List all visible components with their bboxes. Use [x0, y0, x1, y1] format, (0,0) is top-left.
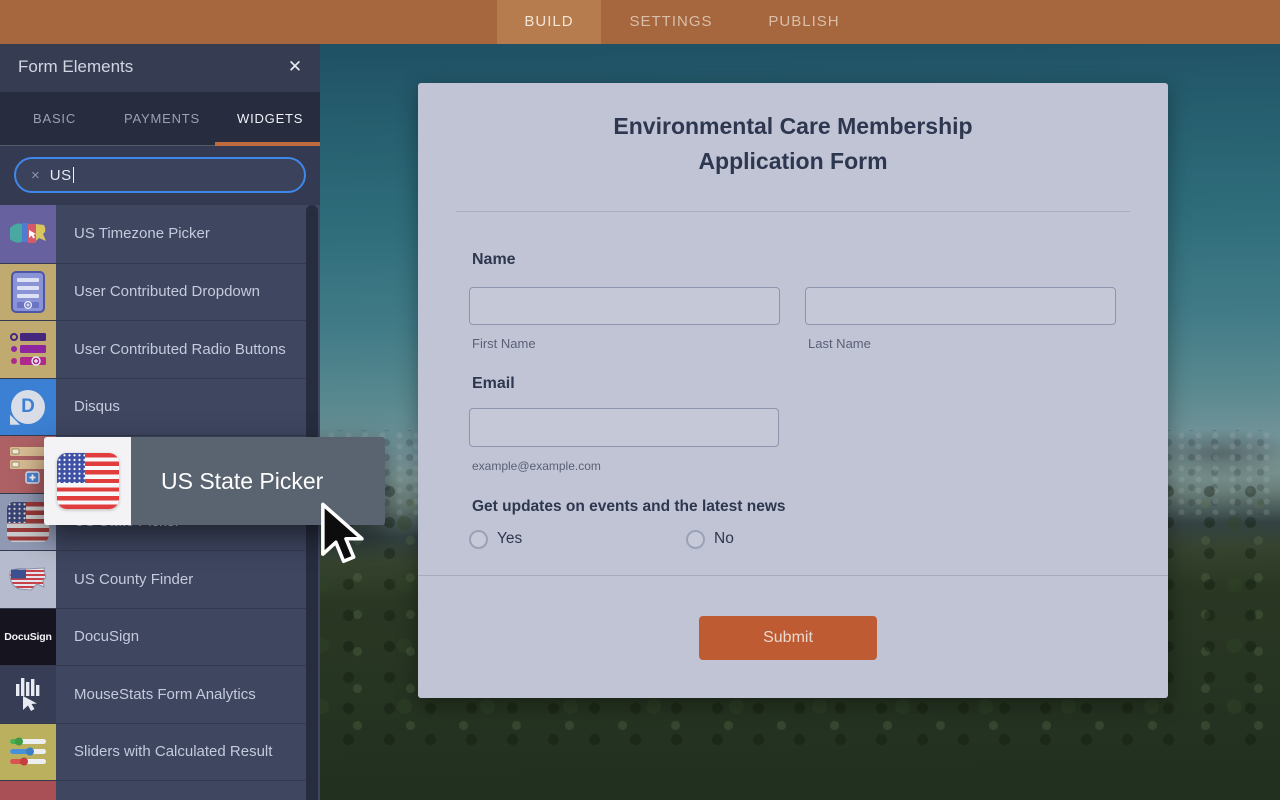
text-caret — [73, 167, 75, 183]
search-input[interactable]: × US — [14, 157, 306, 193]
dropdown-list-icon — [0, 264, 56, 321]
header-divider — [456, 211, 1130, 212]
us-flag-map-icon — [0, 551, 56, 608]
email-sublabel: example@example.com — [472, 459, 601, 473]
list-item-label: Sliders with Calculated Result — [56, 724, 306, 781]
tab-payments[interactable]: PAYMENTS — [124, 92, 200, 145]
drag-ghost-icon-box — [44, 437, 131, 525]
list-item-label: DocuSign — [56, 609, 306, 666]
list-item-user-contributed-dropdown[interactable]: User Contributed Dropdown — [0, 263, 306, 321]
list-item-user-contributed-radio-buttons[interactable]: User Contributed Radio Buttons — [0, 320, 306, 378]
disqus-bubble-icon: D — [0, 379, 56, 436]
bar-chart-cursor-icon — [0, 666, 56, 723]
list-item-label: User Contributed Dropdown — [56, 264, 306, 321]
list-item-sliders-with-calculated-result[interactable]: Sliders with Calculated Result — [0, 723, 306, 781]
top-navigation-bar: BUILD SETTINGS PUBLISH — [0, 0, 1280, 44]
docusign-logo-icon: DocuSign — [0, 609, 56, 666]
tab-widgets[interactable]: WIDGETS — [237, 92, 303, 145]
sliders-icon — [0, 724, 56, 781]
submit-button[interactable]: Submit — [699, 616, 877, 660]
list-item-partial[interactable] — [0, 780, 306, 800]
calculator-icon — [0, 781, 56, 800]
close-icon[interactable]: ✕ — [284, 56, 306, 78]
app-window: BUILD SETTINGS PUBLISH Environmental Car… — [0, 0, 1280, 800]
tab-settings[interactable]: SETTINGS — [616, 0, 726, 44]
updates-question-label[interactable]: Get updates on events and the latest new… — [472, 498, 786, 516]
list-item-docusign[interactable]: DocuSign DocuSign — [0, 608, 306, 666]
list-item-label: Disqus — [56, 379, 306, 436]
last-name-sublabel: Last Name — [808, 336, 871, 351]
radio-yes[interactable] — [469, 530, 488, 549]
email-field-label[interactable]: Email — [472, 375, 515, 393]
mouse-cursor-icon — [318, 502, 368, 571]
us-flag-icon — [57, 453, 119, 509]
list-item-us-county-finder[interactable]: US County Finder — [0, 550, 306, 608]
footer-divider — [418, 575, 1168, 576]
drag-ghost-label: US State Picker — [161, 468, 323, 495]
us-timezone-map-icon — [0, 205, 56, 263]
list-item-label: US Timezone Picker — [56, 205, 306, 263]
first-name-input[interactable] — [469, 287, 780, 325]
form-elements-panel: Form Elements ✕ BASIC PAYMENTS WIDGETS ×… — [0, 44, 320, 800]
list-item-mousestats-form-analytics[interactable]: MouseStats Form Analytics — [0, 665, 306, 723]
radio-no[interactable] — [686, 530, 705, 549]
panel-title: Form Elements — [18, 57, 133, 77]
clear-search-icon[interactable]: × — [31, 167, 40, 184]
tab-publish[interactable]: PUBLISH — [756, 0, 852, 44]
panel-tabs: BASIC PAYMENTS WIDGETS — [0, 92, 320, 146]
search-value: US — [50, 167, 72, 184]
tab-basic[interactable]: BASIC — [33, 92, 76, 145]
form-preview-card: Environmental Care Membership Applicatio… — [418, 83, 1168, 698]
list-item-label: US County Finder — [56, 551, 306, 608]
list-item-label — [56, 781, 306, 800]
radio-no-label[interactable]: No — [714, 530, 734, 548]
radio-yes-label[interactable]: Yes — [497, 530, 522, 548]
list-item-label: User Contributed Radio Buttons — [56, 321, 306, 378]
list-item-us-timezone-picker[interactable]: US Timezone Picker — [0, 205, 306, 263]
list-item-label: MouseStats Form Analytics — [56, 666, 306, 723]
name-field-label[interactable]: Name — [472, 251, 516, 269]
radio-buttons-icon — [0, 321, 56, 378]
search-area: × US — [0, 146, 320, 205]
tab-build[interactable]: BUILD — [497, 0, 601, 44]
last-name-input[interactable] — [805, 287, 1116, 325]
form-title[interactable]: Environmental Care Membership Applicatio… — [553, 109, 1033, 179]
email-input[interactable] — [469, 408, 779, 447]
list-item-disqus[interactable]: D Disqus — [0, 378, 306, 436]
panel-header: Form Elements ✕ — [0, 44, 320, 92]
first-name-sublabel: First Name — [472, 336, 536, 351]
